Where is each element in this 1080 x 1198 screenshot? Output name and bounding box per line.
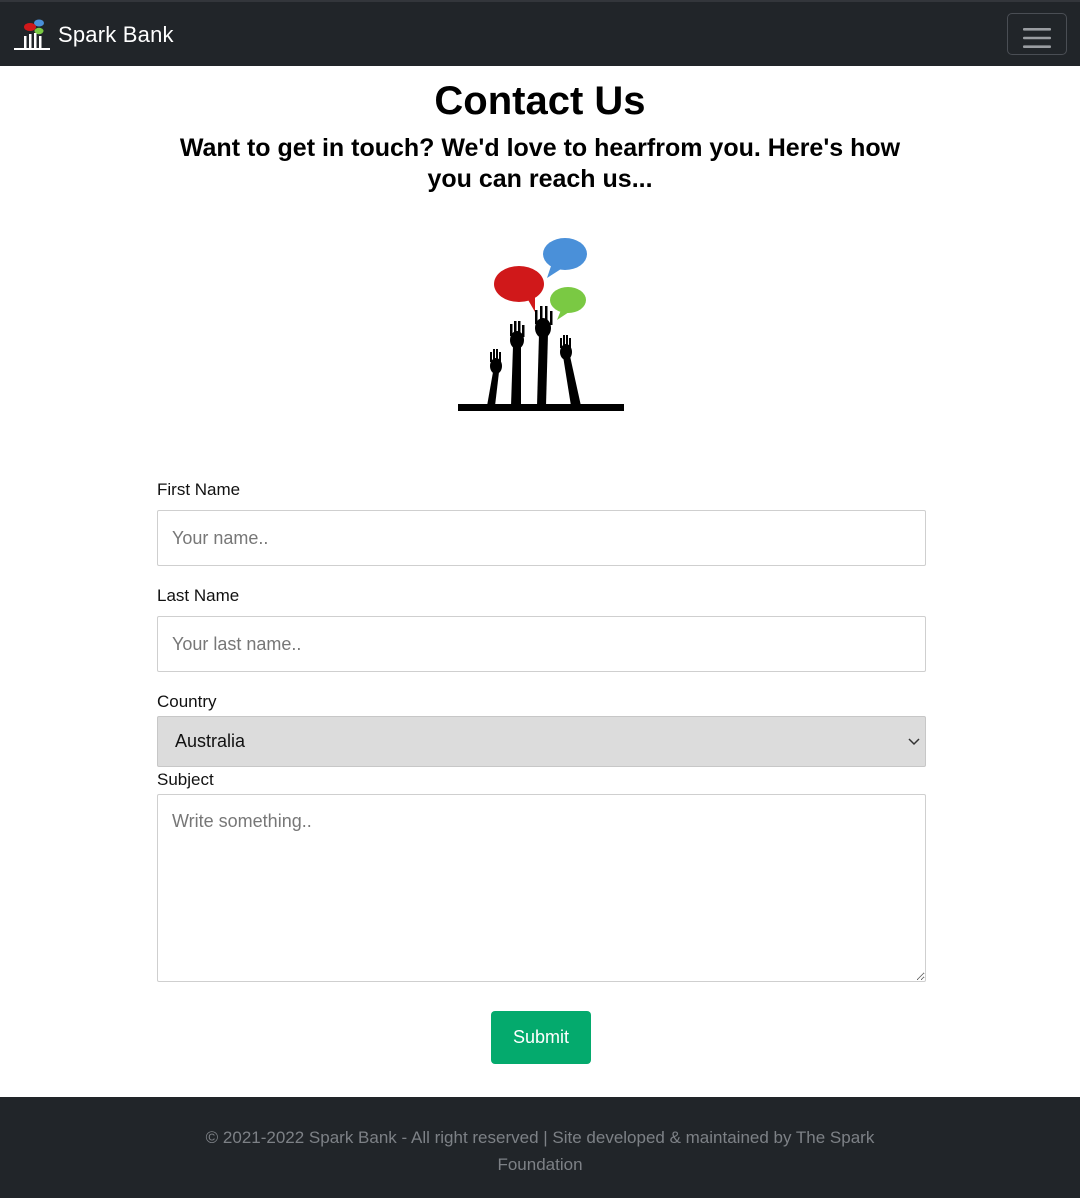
- subject-label: Subject: [157, 770, 214, 789]
- first-name-input[interactable]: [157, 510, 926, 566]
- page-title: Contact Us: [434, 79, 646, 123]
- first-name-label: First Name: [157, 480, 241, 499]
- brand-name: Spark Bank: [58, 22, 174, 47]
- raised-hands-speech-bubbles-icon: [458, 238, 624, 411]
- navbar-toggler-button[interactable]: [1007, 13, 1067, 55]
- subject-textarea[interactable]: [157, 794, 926, 982]
- navbar: Spark Bank: [0, 0, 1080, 66]
- brand-logo-icon: [14, 19, 50, 50]
- country-select[interactable]: Australia: [157, 716, 926, 767]
- page-subtitle: Want to get in touch? We'd love to hearf…: [179, 134, 901, 193]
- submit-button[interactable]: Submit: [491, 1011, 591, 1064]
- chevron-down-icon: [908, 738, 920, 746]
- last-name-label: Last Name: [157, 586, 240, 605]
- hamburger-menu-icon: [1023, 28, 1051, 48]
- country-label: Country: [157, 692, 217, 711]
- last-name-input[interactable]: [157, 616, 926, 672]
- brand-link[interactable]: Spark Bank: [12, 18, 174, 52]
- footer: © 2021-2022 Spark Bank - All right reser…: [0, 1097, 1080, 1198]
- country-selected-value: Australia: [175, 731, 246, 751]
- footer-copyright: © 2021-2022 Spark Bank - All right reser…: [205, 1128, 875, 1174]
